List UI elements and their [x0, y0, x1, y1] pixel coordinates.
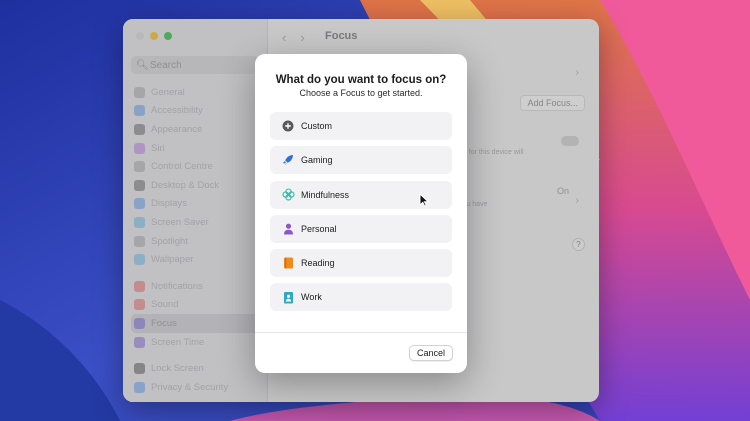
cancel-button[interactable]: Cancel [408, 345, 453, 361]
focus-option-gaming[interactable]: Gaming [270, 146, 452, 175]
focus-option-work[interactable]: Work [270, 283, 452, 312]
flower-icon [281, 188, 295, 202]
badge-icon [281, 290, 295, 304]
focus-option-label: Work [301, 292, 322, 303]
plus-circle-icon [281, 119, 295, 133]
focus-option-reading[interactable]: Reading [270, 249, 452, 278]
dialog-divider [255, 332, 467, 333]
rocket-icon [281, 153, 295, 167]
book-icon [281, 256, 295, 270]
dialog-title: What do you want to focus on? [275, 74, 447, 86]
dialog-subtitle: Choose a Focus to get started. [299, 88, 423, 98]
focus-option-label: Reading [301, 258, 335, 269]
focus-option-label: Gaming [301, 155, 333, 166]
mouse-pointer-icon [419, 192, 430, 212]
person-icon [281, 222, 295, 236]
focus-option-label: Custom [301, 121, 333, 131]
focus-option-label: Mindfulness [301, 189, 350, 200]
focus-options-list: Custom Gaming Mindfulness Personal Reading Wo… [270, 112, 452, 318]
focus-option-personal[interactable]: Personal [270, 214, 452, 243]
focus-option-custom[interactable]: Custom [270, 112, 452, 140]
focus-option-label: Personal [301, 223, 337, 234]
focus-chooser-dialog: What do you want to focus on? Choose a F… [255, 54, 467, 373]
